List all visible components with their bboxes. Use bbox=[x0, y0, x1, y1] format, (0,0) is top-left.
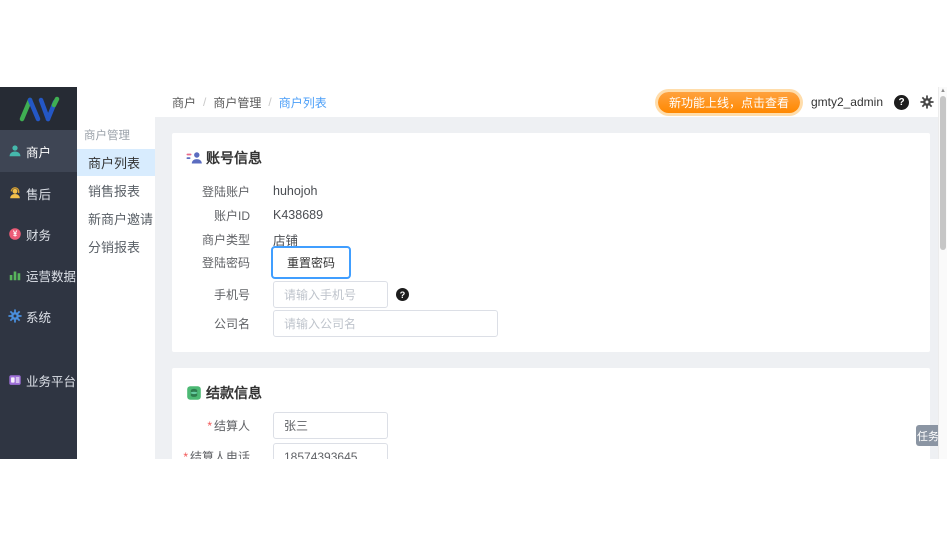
svg-text:¥: ¥ bbox=[13, 230, 18, 239]
phone-help-icon[interactable]: ? bbox=[396, 288, 409, 301]
submenu-item-sales-report[interactable]: 销售报表 bbox=[77, 177, 155, 204]
settler-input[interactable] bbox=[273, 412, 388, 439]
sidebar-item-label: 业务平台 bbox=[26, 374, 77, 389]
account-section-header: 账号信息 bbox=[186, 148, 262, 168]
sidebar-item-label: 商户 bbox=[26, 145, 52, 160]
platform-card-icon bbox=[8, 373, 22, 387]
field-label: 登陆账户 bbox=[201, 184, 250, 199]
phone-input[interactable] bbox=[273, 281, 388, 308]
company-input[interactable] bbox=[273, 310, 498, 337]
field-label: 账户ID bbox=[213, 208, 250, 223]
required-asterisk: * bbox=[183, 450, 188, 459]
breadcrumb-separator: / bbox=[203, 95, 207, 109]
form-row-login-account: 登陆账户 huhojoh bbox=[172, 181, 318, 201]
sidebar-item-label: 财务 bbox=[26, 228, 52, 243]
app-logo[interactable] bbox=[0, 87, 77, 130]
scrollbar-thumb[interactable] bbox=[940, 96, 946, 250]
login-account-value: huhojoh bbox=[273, 184, 318, 198]
header-actions: 新功能上线，点击查看 gmty2_admin ? bbox=[657, 87, 934, 117]
submenu-item-distribution-report[interactable]: 分销报表 bbox=[77, 233, 155, 260]
admin-app-window: 商户 售后 ¥ 财务 运营数据 系统 业务平台 商户 / 商户管理 / 商户列表… bbox=[0, 87, 947, 459]
sidebar-item-finance[interactable]: ¥ 财务 bbox=[0, 213, 77, 255]
breadcrumb-item-current[interactable]: 商户列表 bbox=[279, 94, 327, 111]
help-icon[interactable]: ? bbox=[894, 94, 909, 110]
field-label: * 结算人电话 bbox=[172, 448, 250, 459]
submenu-item-label: 新商户邀请 bbox=[88, 212, 154, 227]
bar-chart-icon bbox=[8, 268, 22, 282]
breadcrumb-item[interactable]: 商户 bbox=[172, 94, 196, 111]
sidebar-item-merchant[interactable]: 商户 bbox=[0, 130, 77, 172]
merchant-person-icon bbox=[8, 144, 22, 158]
vertical-scrollbar[interactable]: ▲ bbox=[938, 87, 947, 459]
reset-password-focus-ring: 重置密码 bbox=[271, 245, 352, 279]
settings-gear-icon[interactable] bbox=[920, 95, 934, 109]
task-side-tab[interactable]: 任务 bbox=[916, 425, 940, 446]
settlement-info-card: 结款信息 *结算人 *结算人电话 bbox=[172, 368, 930, 459]
submenu-item-merchant-list[interactable]: 商户列表 bbox=[77, 149, 155, 176]
finance-yen-icon: ¥ bbox=[8, 227, 22, 241]
form-row-login-password: 登陆密码 重置密码 bbox=[172, 245, 352, 279]
submenu-item-new-merchant-invite[interactable]: 新商户邀请 bbox=[77, 205, 155, 232]
settlement-info-icon bbox=[187, 386, 201, 400]
section-title: 账号信息 bbox=[206, 150, 262, 166]
secondary-sidebar: 商户管理 商户列表 销售报表 新商户邀请 分销报表 bbox=[77, 117, 155, 459]
submenu-item-label: 商户列表 bbox=[88, 156, 141, 171]
sidebar-item-aftersales[interactable]: 售后 bbox=[0, 172, 77, 214]
sidebar-item-business-platform[interactable]: 业务平台 bbox=[0, 359, 77, 401]
scrollbar-up-arrow-icon[interactable]: ▲ bbox=[939, 88, 947, 94]
gear-icon bbox=[8, 309, 22, 323]
form-row-phone: 手机号 ? bbox=[172, 281, 409, 308]
username[interactable]: gmty2_admin bbox=[811, 95, 883, 109]
field-label: 公司名 bbox=[213, 317, 250, 331]
field-label: * 结算人 bbox=[207, 419, 250, 433]
breadcrumb-separator: / bbox=[268, 95, 272, 109]
aftersales-headset-icon bbox=[8, 186, 22, 200]
form-row-company: 公司名 bbox=[172, 310, 498, 337]
field-label: 商户类型 bbox=[201, 232, 250, 247]
main-content: 账号信息 登陆账户 huhojoh 账户ID K438689 商户类型 店铺 登… bbox=[155, 117, 947, 459]
top-header-bar: 商户 / 商户管理 / 商户列表 新功能上线，点击查看 gmty2_admin … bbox=[77, 87, 947, 117]
main-sidebar: 商户 售后 ¥ 财务 运营数据 系统 业务平台 bbox=[0, 87, 77, 459]
form-row-settler-phone: * 结算人电话 bbox=[172, 443, 388, 459]
breadcrumb: 商户 / 商户管理 / 商户列表 bbox=[172, 87, 327, 117]
sidebar-item-label: 系统 bbox=[26, 310, 52, 325]
required-asterisk: * bbox=[207, 419, 212, 433]
field-label: 登陆密码 bbox=[201, 255, 250, 270]
submenu-item-label: 销售报表 bbox=[88, 184, 141, 199]
form-row-account-id: 账户ID K438689 bbox=[172, 205, 323, 225]
sidebar-item-label: 售后 bbox=[26, 187, 52, 202]
new-feature-badge[interactable]: 新功能上线，点击查看 bbox=[657, 91, 800, 113]
submenu-item-label: 分销报表 bbox=[88, 240, 141, 255]
section-title: 结款信息 bbox=[206, 385, 262, 401]
settler-phone-input[interactable] bbox=[273, 443, 388, 459]
breadcrumb-item[interactable]: 商户管理 bbox=[213, 94, 261, 111]
form-row-settler: * 结算人 bbox=[172, 412, 388, 439]
field-label: 手机号 bbox=[213, 288, 250, 302]
account-id-value: K438689 bbox=[273, 208, 324, 222]
brand-logo-icon bbox=[19, 96, 59, 121]
sidebar-item-system[interactable]: 系统 bbox=[0, 295, 77, 337]
sidebar-item-label: 运营数据 bbox=[26, 269, 77, 284]
account-info-icon bbox=[186, 152, 202, 164]
account-info-card: 账号信息 登陆账户 huhojoh 账户ID K438689 商户类型 店铺 登… bbox=[172, 133, 930, 352]
settlement-section-header: 结款信息 bbox=[186, 383, 262, 403]
reset-password-button[interactable]: 重置密码 bbox=[275, 249, 348, 275]
sidebar-item-operation-data[interactable]: 运营数据 bbox=[0, 254, 77, 296]
submenu-group-label: 商户管理 bbox=[84, 130, 130, 142]
